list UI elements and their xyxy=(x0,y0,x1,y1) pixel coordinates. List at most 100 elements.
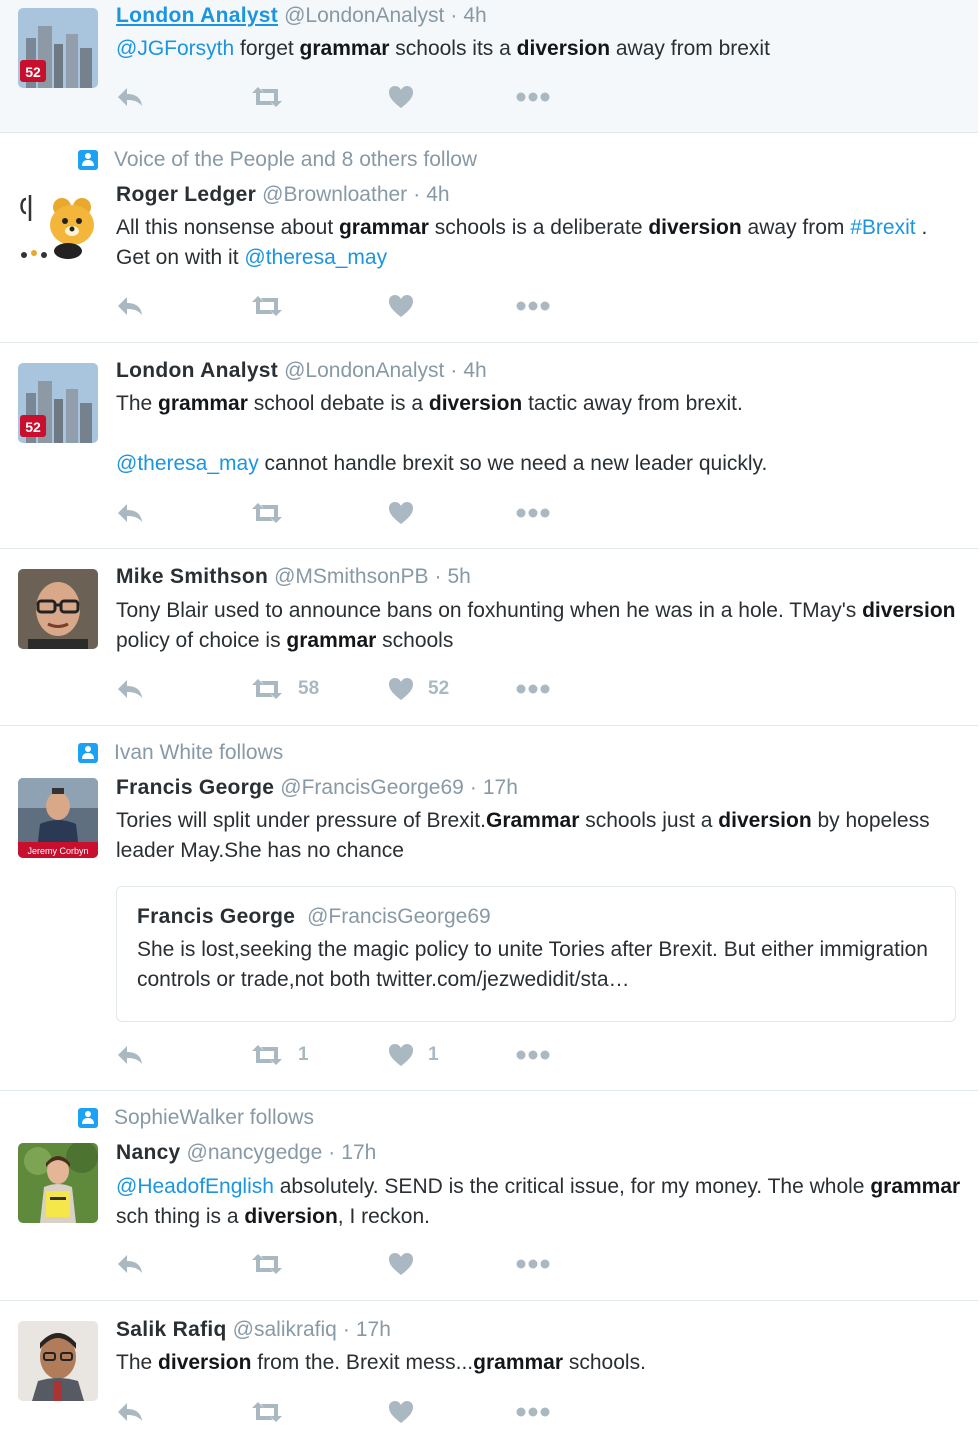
heart-icon xyxy=(388,1252,414,1276)
retweet-button[interactable] xyxy=(250,1249,298,1279)
separator: · xyxy=(434,565,442,588)
author-name[interactable]: Mike Smithson xyxy=(116,565,268,589)
quoted-tweet-text: She is lost,seeking the magic policy to … xyxy=(137,938,928,991)
timestamp[interactable]: 17h xyxy=(483,776,518,800)
retweet-button[interactable] xyxy=(250,498,298,528)
author-name[interactable]: Francis George xyxy=(116,776,274,800)
follow-context: Ivan White follows xyxy=(78,740,283,766)
author-name[interactable]: Roger Ledger xyxy=(116,183,256,207)
follow-context-text[interactable]: Voice of the People and 8 others follow xyxy=(114,148,477,172)
tweet-header: London Analyst @LondonAnalyst · 4h xyxy=(116,4,487,32)
timestamp[interactable]: 4h xyxy=(426,183,449,207)
svg-text:Jeremy Corbyn: Jeremy Corbyn xyxy=(27,846,88,856)
like-button[interactable] xyxy=(388,1249,428,1279)
heart-icon xyxy=(388,85,414,109)
quoted-tweet[interactable]: Francis George @FrancisGeorge69 She is l… xyxy=(116,886,956,1022)
avatar[interactable]: 52 xyxy=(18,363,98,443)
heart-icon xyxy=(388,677,414,701)
author-name[interactable]: Nancy xyxy=(116,1141,181,1165)
follow-context-text[interactable]: Ivan White follows xyxy=(114,741,283,765)
timestamp[interactable]: 5h xyxy=(447,565,470,589)
retweet-button[interactable] xyxy=(250,291,298,321)
tweet[interactable]: Ivan White follows Jeremy Corbyn Francis… xyxy=(0,726,978,1091)
person-icon xyxy=(78,1108,98,1128)
like-button[interactable]: 52 xyxy=(388,674,449,704)
more-button[interactable] xyxy=(516,1249,550,1279)
retweet-button[interactable] xyxy=(250,82,298,112)
reply-button[interactable] xyxy=(116,498,144,528)
avatar[interactable] xyxy=(18,1143,98,1223)
timestamp[interactable]: 17h xyxy=(356,1318,391,1342)
tweet[interactable]: Mike Smithson @MSmithsonPB · 5h Tony Bla… xyxy=(0,549,978,726)
more-button[interactable] xyxy=(516,1397,550,1427)
tweet-actions xyxy=(116,291,576,321)
avatar[interactable] xyxy=(18,569,98,649)
reply-button[interactable] xyxy=(116,82,144,112)
like-count: 1 xyxy=(428,1044,439,1065)
retweet-button[interactable] xyxy=(250,1397,298,1427)
like-button[interactable]: 1 xyxy=(388,1040,439,1070)
author-handle[interactable]: @LondonAnalyst xyxy=(284,4,444,28)
more-button[interactable] xyxy=(516,498,550,528)
follow-context: Voice of the People and 8 others follow xyxy=(78,147,477,173)
tweet-actions xyxy=(116,82,576,112)
like-button[interactable] xyxy=(388,1397,428,1427)
svg-text:52: 52 xyxy=(25,64,41,80)
avatar[interactable] xyxy=(18,1321,98,1401)
avatar[interactable] xyxy=(18,185,98,265)
more-button[interactable] xyxy=(516,1040,550,1070)
tweet-text: Tony Blair used to announce bans on foxh… xyxy=(116,599,956,652)
more-button[interactable] xyxy=(516,82,550,112)
tweet[interactable]: 52 London Analyst @LondonAnalyst · 4h Th… xyxy=(0,343,978,549)
author-handle[interactable]: @FrancisGeorge69 xyxy=(280,776,464,800)
author-name[interactable]: London Analyst xyxy=(116,359,278,383)
separator: · xyxy=(450,4,458,27)
timestamp[interactable]: 4h xyxy=(463,359,486,383)
quoted-author-name[interactable]: Francis George xyxy=(137,905,295,928)
reply-button[interactable] xyxy=(116,1397,144,1427)
retweet-icon xyxy=(250,295,284,317)
retweet-icon xyxy=(250,678,284,700)
reply-button[interactable] xyxy=(116,1040,144,1070)
retweet-button[interactable]: 58 xyxy=(250,674,319,704)
retweet-count: 1 xyxy=(298,1044,309,1065)
tweet-header: London Analyst @LondonAnalyst · 4h xyxy=(116,359,487,387)
reply-icon xyxy=(116,1253,144,1275)
tweet-header: Roger Ledger @Brownloather · 4h xyxy=(116,183,450,211)
avatar[interactable]: 52 xyxy=(18,8,98,88)
person-icon xyxy=(78,743,98,763)
timestamp[interactable]: 4h xyxy=(463,4,486,28)
tweet[interactable]: Salik Rafiq @salikrafiq · 17h The divers… xyxy=(0,1301,978,1446)
reply-button[interactable] xyxy=(116,291,144,321)
author-handle[interactable]: @nancygedge xyxy=(187,1141,323,1165)
tweet-text: All this nonsense about grammar schools … xyxy=(116,216,928,269)
timestamp[interactable]: 17h xyxy=(341,1141,376,1165)
tweet[interactable]: Voice of the People and 8 others follow … xyxy=(0,133,978,343)
tweet[interactable]: SophieWalker follows Nancy @nancygedge ·… xyxy=(0,1091,978,1301)
tweet-actions xyxy=(116,1397,576,1427)
follow-context-text[interactable]: SophieWalker follows xyxy=(114,1106,314,1130)
author-handle[interactable]: @MSmithsonPB xyxy=(274,565,428,589)
tweet-text: Tories will split under pressure of Brex… xyxy=(116,809,930,862)
like-button[interactable] xyxy=(388,498,428,528)
quoted-author-handle[interactable]: @FrancisGeorge69 xyxy=(307,905,491,928)
author-name[interactable]: London Analyst xyxy=(116,4,278,28)
separator: · xyxy=(469,776,477,799)
tweet-header: Francis George @FrancisGeorge69 · 17h xyxy=(116,776,518,804)
heart-icon xyxy=(388,501,414,525)
reply-icon xyxy=(116,1044,144,1066)
author-handle[interactable]: @LondonAnalyst xyxy=(284,359,444,383)
more-button[interactable] xyxy=(516,674,550,704)
author-handle[interactable]: @salikrafiq xyxy=(233,1318,337,1342)
reply-button[interactable] xyxy=(116,1249,144,1279)
retweet-button[interactable]: 1 xyxy=(250,1040,309,1070)
author-handle[interactable]: @Brownloather xyxy=(262,183,407,207)
tweet[interactable]: 52 London Analyst @LondonAnalyst · 4h @J… xyxy=(0,0,978,133)
retweet-icon xyxy=(250,1401,284,1423)
avatar[interactable]: Jeremy Corbyn xyxy=(18,778,98,858)
like-button[interactable] xyxy=(388,291,428,321)
like-button[interactable] xyxy=(388,82,428,112)
author-name[interactable]: Salik Rafiq xyxy=(116,1318,227,1342)
more-button[interactable] xyxy=(516,291,550,321)
reply-button[interactable] xyxy=(116,674,144,704)
